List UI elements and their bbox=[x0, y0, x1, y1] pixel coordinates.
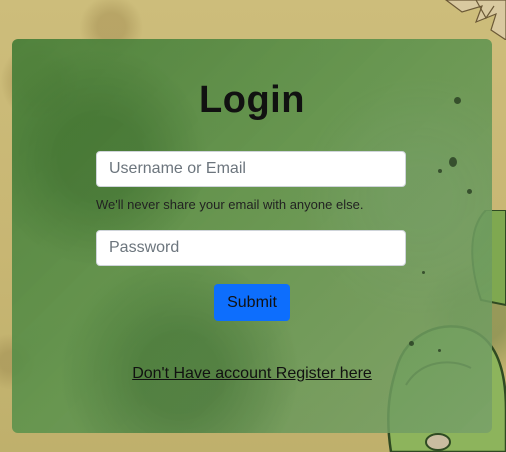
paint-speck bbox=[409, 341, 414, 346]
username-email-field[interactable] bbox=[96, 151, 406, 187]
page-title: Login bbox=[199, 79, 305, 121]
password-field[interactable] bbox=[96, 230, 406, 266]
login-card: Login We'll never share your email with … bbox=[12, 39, 492, 433]
paint-speck bbox=[449, 157, 457, 167]
submit-button[interactable]: Submit bbox=[214, 284, 290, 321]
background-artwork-hair bbox=[436, 0, 506, 40]
paint-speck bbox=[438, 169, 442, 173]
email-help-text: We'll never share your email with anyone… bbox=[96, 197, 364, 212]
paint-speck bbox=[438, 349, 441, 352]
register-link[interactable]: Don't Have account Register here bbox=[12, 365, 492, 383]
paint-speck bbox=[467, 189, 472, 194]
paint-speck bbox=[422, 271, 425, 274]
